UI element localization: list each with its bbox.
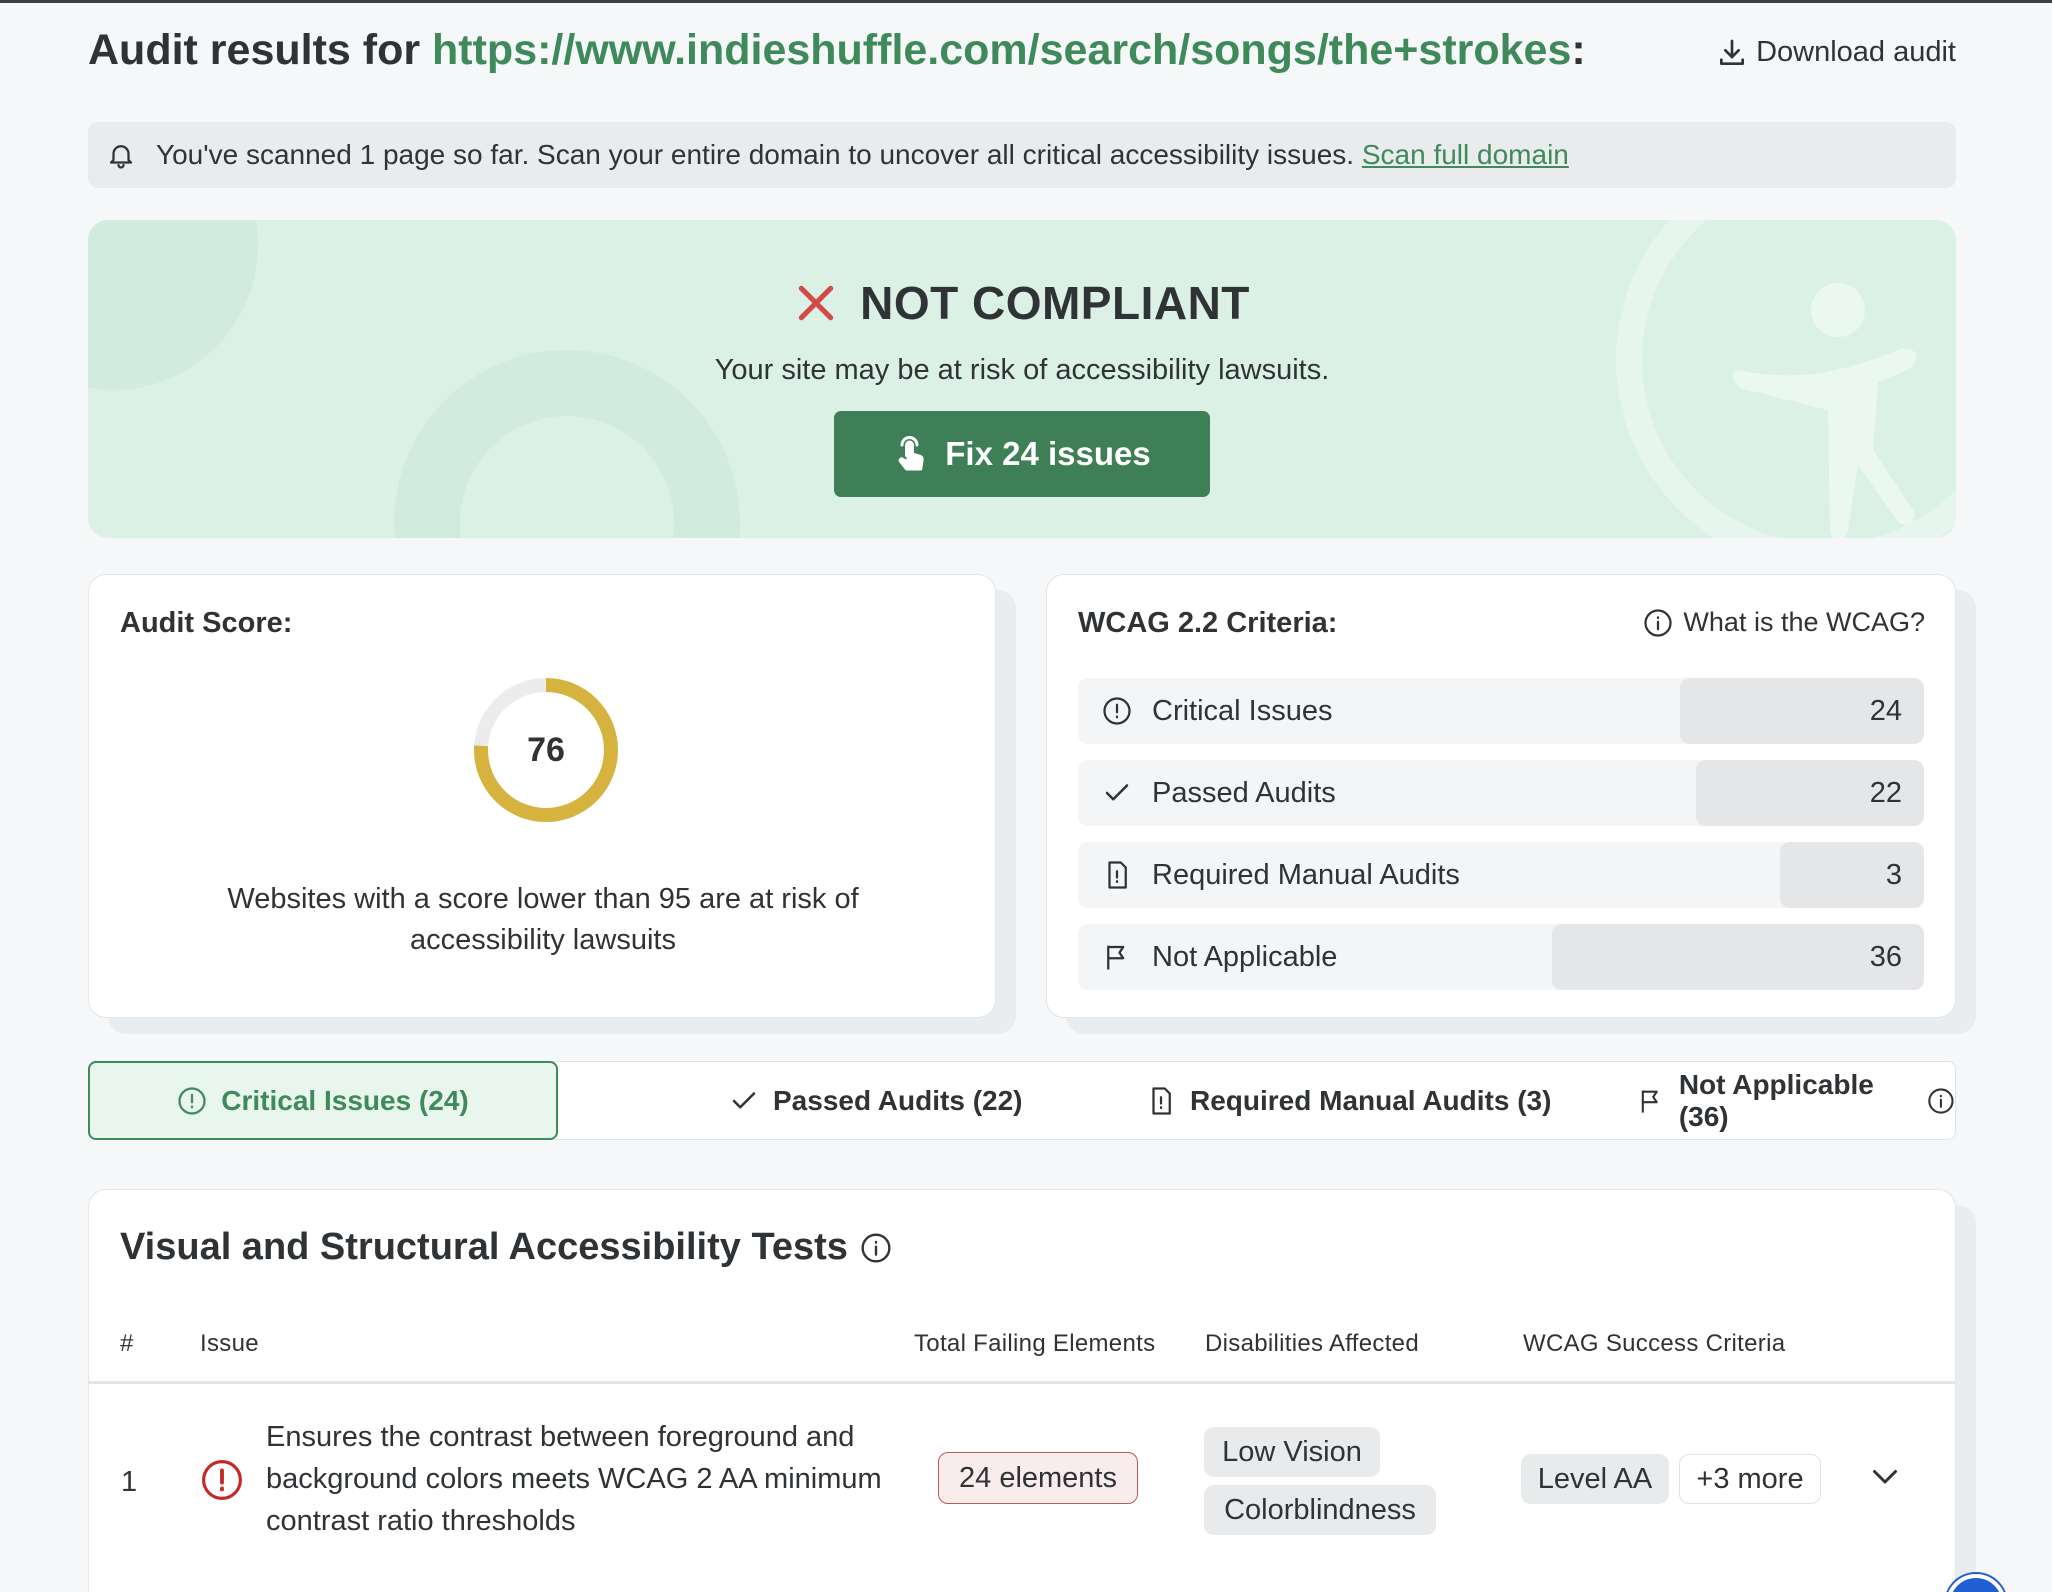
info-icon[interactable] [860, 1232, 892, 1264]
check-icon [732, 1091, 756, 1108]
document-alert-icon [1152, 1086, 1171, 1115]
score-note: Websites with a score lower than 95 are … [227, 883, 859, 956]
tab-passed-audits[interactable]: Passed Audits (22) [729, 1061, 1022, 1140]
failing-elements-badge: 24 elements [938, 1452, 1138, 1504]
close-icon [798, 285, 834, 321]
table-header-divider [89, 1381, 1955, 1384]
row-number: 1 [121, 1466, 138, 1498]
wcag-level-badge: Level AA [1521, 1454, 1669, 1504]
title-prefix: Audit results for [88, 26, 433, 74]
tap-hand-icon [898, 436, 924, 471]
criteria-count-bar: 24 [1680, 678, 1924, 744]
issue-description: Ensures the contrast between foreground … [266, 1421, 882, 1537]
notice-message: You've scanned 1 page so far. Scan your … [156, 139, 1355, 170]
column-header-failing: Total Failing Elements [914, 1330, 1156, 1357]
compliance-status: NOT COMPLIANT [88, 276, 1956, 330]
title-suffix: : [1571, 26, 1586, 74]
wcag-title: WCAG 2.2 Criteria: [1078, 607, 1338, 639]
tests-heading: Visual and Structural Accessibility Test… [120, 1226, 848, 1268]
column-header-disabilities: Disabilities Affected [1205, 1330, 1419, 1357]
info-icon[interactable] [1927, 1086, 1955, 1116]
tab-required-manual-audits[interactable]: Required Manual Audits (3) [1146, 1061, 1551, 1140]
tab-label: Required Manual Audits (3) [1190, 1084, 1552, 1116]
criteria-count-bar: 36 [1552, 924, 1924, 990]
column-header-number: # [120, 1330, 134, 1357]
notice-text: You've scanned 1 page so far. Scan your … [156, 139, 1569, 171]
column-header-issue: Issue [200, 1330, 259, 1357]
tests-title: Visual and Structural Accessibility Test… [120, 1226, 892, 1269]
status-text: NOT COMPLIANT [860, 277, 1250, 329]
accessibility-tests-card: Visual and Structural Accessibility Test… [88, 1189, 1956, 1592]
tab-label: Not Applicable (36) [1678, 1068, 1874, 1132]
page-title: Audit results for https://www.indieshuff… [88, 26, 1586, 75]
disability-badge: Low Vision [1204, 1427, 1380, 1477]
tab-label: Passed Audits (22) [773, 1084, 1023, 1116]
what-is-wcag-label: What is the WCAG? [1683, 607, 1925, 637]
fix-issues-label: Fix 24 issues [945, 435, 1151, 472]
info-icon [1644, 608, 1673, 637]
criteria-row-passed: 22 Passed Audits [1078, 760, 1924, 826]
download-audit-label: Download audit [1756, 36, 1956, 68]
criteria-row-manual: 3 Required Manual Audits [1078, 842, 1924, 908]
disability-badge: Colorblindness [1204, 1485, 1436, 1535]
more-criteria-badge[interactable]: +3 more [1679, 1454, 1821, 1504]
document-alert-icon [1108, 861, 1127, 889]
download-icon [1720, 39, 1745, 65]
audit-score-title: Audit Score: [120, 607, 293, 639]
alert-circle-icon [1103, 697, 1131, 725]
bell-icon [109, 145, 133, 169]
tab-label: Critical Issues (24) [221, 1084, 469, 1116]
criteria-label: Not Applicable [1152, 940, 1338, 973]
criteria-label: Critical Issues [1152, 694, 1333, 727]
flag-icon [1641, 1090, 1658, 1113]
scan-full-domain-link[interactable]: Scan full domain [1362, 139, 1569, 170]
top-border [0, 0, 2052, 3]
error-icon [202, 1460, 242, 1500]
fix-issues-button[interactable]: Fix 24 issues [834, 411, 1210, 497]
criteria-row-not-applicable: 36 Not Applicable [1078, 924, 1924, 990]
tab-critical-issues[interactable]: Critical Issues (24) [88, 1061, 558, 1140]
audited-url: https://www.indieshuffle.com/search/song… [432, 26, 1572, 74]
criteria-label: Required Manual Audits [1152, 858, 1460, 891]
flag-icon [1107, 945, 1125, 970]
criteria-row-critical: 24 Critical Issues [1078, 678, 1924, 744]
criteria-count-bar: 22 [1696, 760, 1924, 826]
criteria-label: Passed Audits [1152, 776, 1336, 809]
scan-notice-banner: You've scanned 1 page so far. Scan your … [88, 122, 1956, 188]
alert-circle-icon [178, 1086, 206, 1115]
audit-score-card: Audit Score: 76 Websites with a score lo… [88, 574, 996, 1018]
score-value: 76 [527, 730, 565, 769]
download-audit-button[interactable]: Download audit [1716, 36, 1956, 69]
criteria-count-bar: 3 [1780, 842, 1924, 908]
what-is-wcag-link[interactable]: What is the WCAG? [1643, 607, 1925, 638]
header: Audit results for https://www.indieshuff… [88, 26, 1956, 84]
wcag-criteria-card: WCAG 2.2 Criteria: What is the WCAG? 24 … [1046, 574, 1956, 1018]
column-header-wcag: WCAG Success Criteria [1523, 1330, 1786, 1357]
risk-message: Your site may be at risk of accessibilit… [714, 354, 1330, 386]
tab-not-applicable[interactable]: Not Applicable (36) [1637, 1061, 1955, 1140]
compliance-hero: NOT COMPLIANT Your site may be at risk o… [88, 220, 1956, 538]
check-icon [1105, 784, 1129, 801]
results-tabs: Critical Issues (24) Passed Audits (22) … [88, 1061, 1956, 1140]
chevron-down-icon[interactable] [1867, 1458, 1903, 1494]
